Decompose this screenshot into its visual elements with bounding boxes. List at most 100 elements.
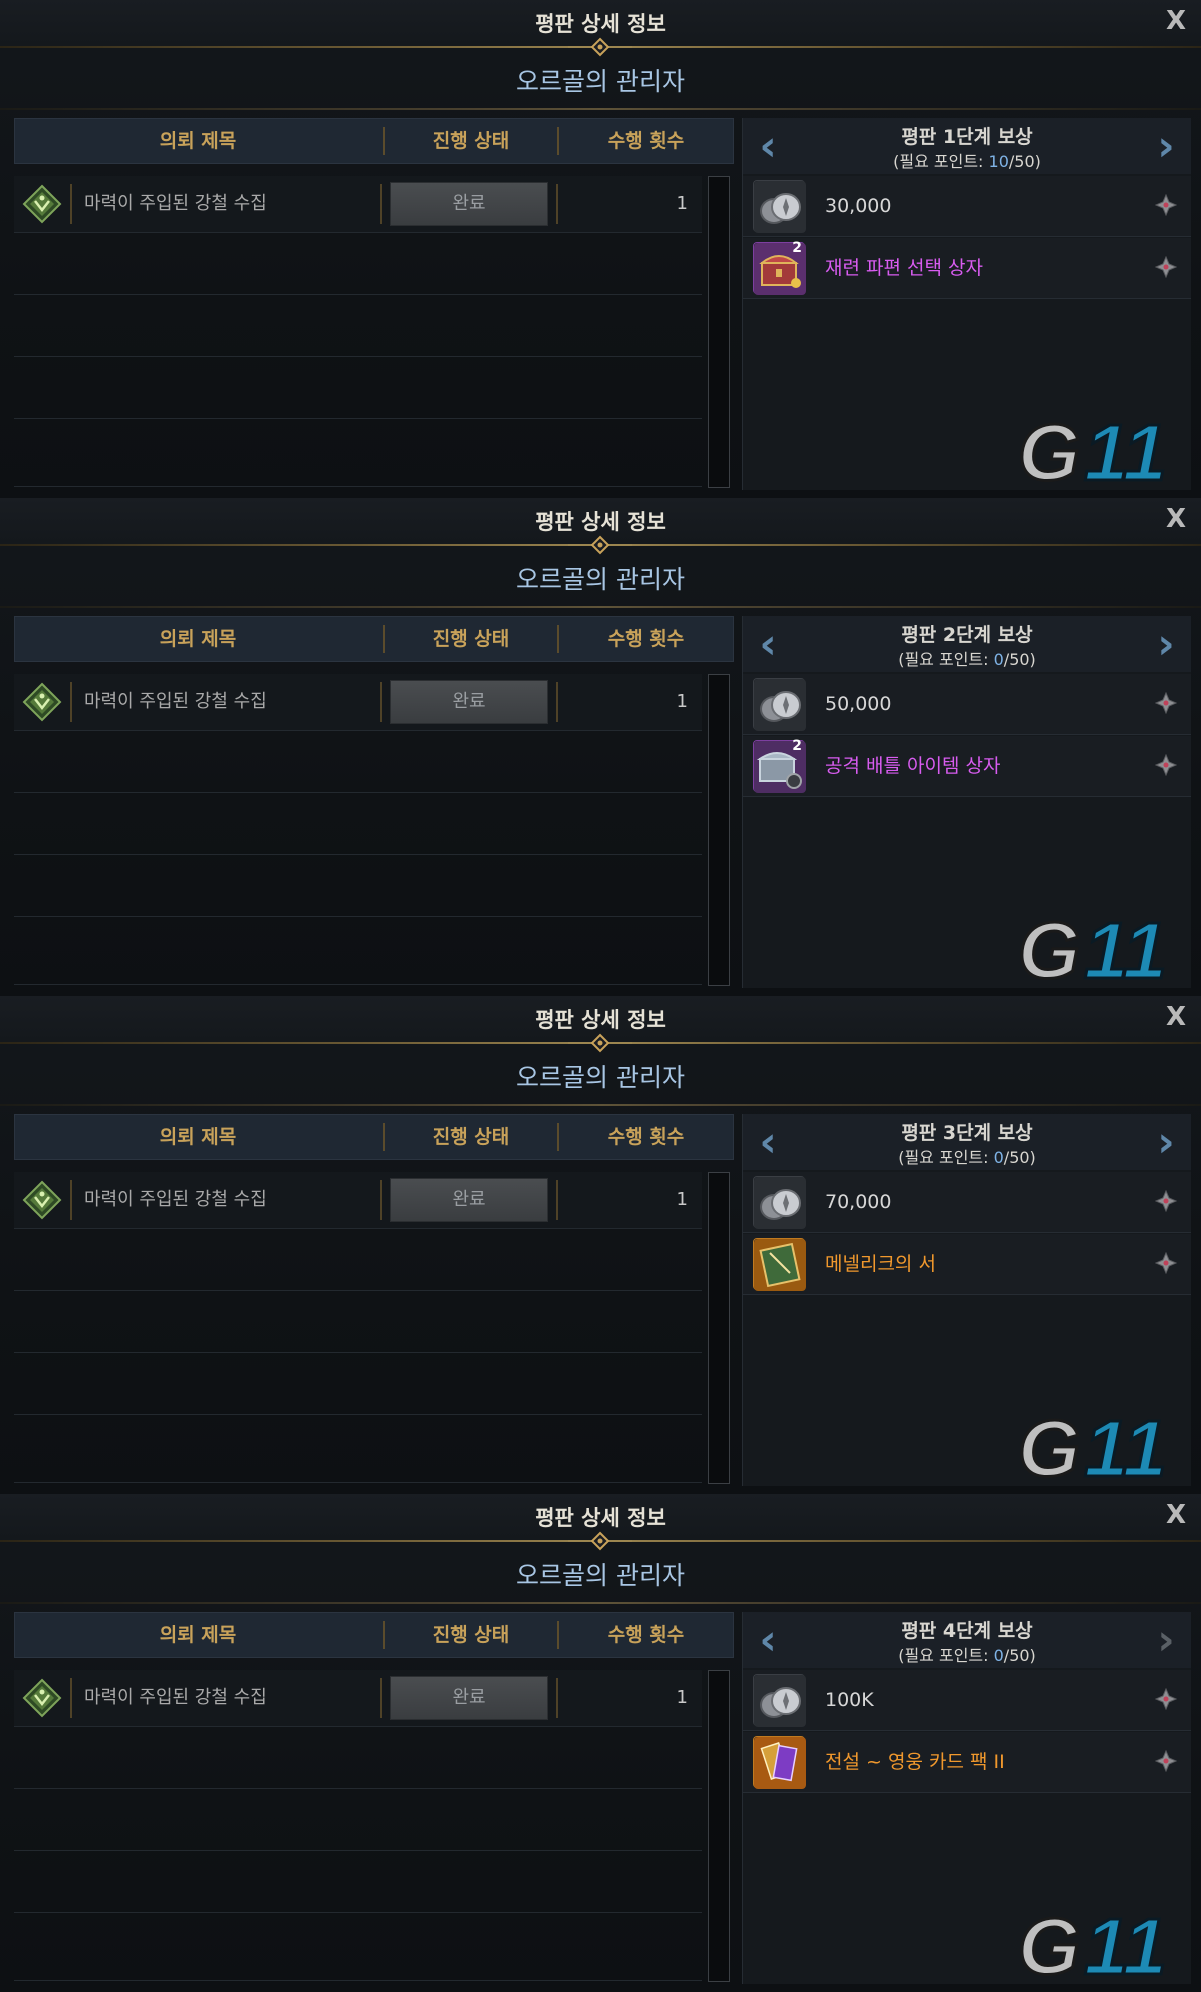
window-title: 평판 상세 정보 <box>535 510 666 534</box>
next-tier-button[interactable]: › <box>1151 1618 1181 1662</box>
reputation-panel: 평판 상세 정보 X 오르골의 관리자 의뢰 제목 진행 상태 수행 횟수 마력이 주입된 … <box>0 1494 1201 1992</box>
quest-count: 1 <box>676 691 688 712</box>
compass-star-icon[interactable] <box>1154 691 1178 715</box>
compass-star-icon[interactable] <box>1154 1189 1178 1213</box>
empty-quest-row <box>14 238 702 295</box>
silver-coins-icon <box>753 678 806 731</box>
reward-name: 30,000 <box>825 195 892 217</box>
reward-item[interactable]: 50,000 <box>743 674 1191 735</box>
quest-count: 1 <box>676 193 688 214</box>
close-button[interactable]: X <box>1163 1004 1189 1030</box>
row-divider <box>70 184 72 224</box>
empty-quest-row <box>14 1358 702 1415</box>
ornament-icon <box>566 36 634 58</box>
npc-name: 오르골의 관리자 <box>516 1561 685 1590</box>
complete-button[interactable]: 완료 <box>390 680 548 724</box>
row-divider <box>380 1678 382 1718</box>
reward-item[interactable]: 100K <box>743 1670 1191 1731</box>
quest-row[interactable]: 마력이 주입된 강철 수집 완료 1 <box>14 1172 702 1229</box>
close-button[interactable]: X <box>1163 506 1189 532</box>
close-button[interactable]: X <box>1163 1502 1189 1528</box>
quest-row[interactable]: 마력이 주입된 강철 수집 완료 1 <box>14 1670 702 1727</box>
reward-item[interactable]: 70,000 <box>743 1172 1191 1233</box>
npc-divider <box>0 606 1201 608</box>
required-points: (필요 포인트: 0/50) <box>743 1642 1191 1666</box>
reward-header: ‹ 평판 1단계 보상 (필요 포인트: 10/50) › <box>743 118 1191 174</box>
npc-name: 오르골의 관리자 <box>516 67 685 96</box>
quest-name: 마력이 주입된 강철 수집 <box>84 1687 267 1708</box>
points-prefix: (필요 포인트: <box>898 1646 994 1665</box>
npc-divider <box>0 1602 1201 1604</box>
reward-item[interactable]: 2 재련 파편 선택 상자 <box>743 238 1191 299</box>
g11-watermark-logo: G 11 <box>1017 407 1190 499</box>
quest-count: 1 <box>676 1687 688 1708</box>
quest-table-header: 의뢰 제목 진행 상태 수행 횟수 <box>14 1114 734 1160</box>
empty-quest-row <box>14 736 702 793</box>
points-total: /50) <box>1003 650 1036 669</box>
npc-name: 오르골의 관리자 <box>516 565 685 594</box>
quest-scrollbar[interactable] <box>708 1670 730 1982</box>
complete-button[interactable]: 완료 <box>390 182 548 226</box>
quest-scrollbar[interactable] <box>708 176 730 488</box>
reward-name: 전설 ~ 영웅 카드 팩 II <box>825 1751 1005 1773</box>
row-divider <box>556 682 558 722</box>
quest-scrollbar[interactable] <box>708 1172 730 1484</box>
reward-name: 70,000 <box>825 1191 892 1213</box>
reward-name: 100K <box>825 1689 874 1711</box>
compass-star-icon[interactable] <box>1154 1251 1178 1275</box>
compass-star-icon[interactable] <box>1154 1749 1178 1773</box>
points-current: 0 <box>993 1148 1004 1167</box>
quest-emblem-icon <box>22 1678 62 1718</box>
quest-table-header: 의뢰 제목 진행 상태 수행 횟수 <box>14 616 734 662</box>
quest-name: 마력이 주입된 강철 수집 <box>84 691 267 712</box>
quest-name: 마력이 주입된 강철 수집 <box>84 1189 267 1210</box>
points-total: /50) <box>1008 152 1041 171</box>
g11-watermark-logo: G 11 <box>1017 1901 1190 1992</box>
column-status: 진행 상태 <box>432 1126 510 1148</box>
reward-tier-title: 평판 1단계 보상 <box>901 126 1033 148</box>
reward-item[interactable]: 30,000 <box>743 176 1191 237</box>
empty-quest-row <box>14 860 702 917</box>
reputation-panel: 평판 상세 정보 X 오르골의 관리자 의뢰 제목 진행 상태 수행 횟수 마력이 주입된 … <box>0 0 1201 498</box>
row-divider <box>70 682 72 722</box>
next-tier-button[interactable]: › <box>1151 124 1181 168</box>
complete-button[interactable]: 완료 <box>390 1178 548 1222</box>
quest-row[interactable]: 마력이 주입된 강철 수집 완료 1 <box>14 176 702 233</box>
reward-name: 메넬리크의 서 <box>825 1253 936 1275</box>
points-prefix: (필요 포인트: <box>898 1148 994 1167</box>
silver-coins-icon <box>753 1176 806 1229</box>
compass-star-icon[interactable] <box>1154 753 1178 777</box>
row-divider <box>556 1180 558 1220</box>
quest-row[interactable]: 마력이 주입된 강철 수집 완료 1 <box>14 674 702 731</box>
svg-text:G: G <box>1018 410 1080 490</box>
required-points: (필요 포인트: 0/50) <box>743 1144 1191 1168</box>
quest-count: 1 <box>676 1189 688 1210</box>
svg-text:11: 11 <box>1084 1904 1167 1984</box>
quest-emblem-icon <box>22 184 62 224</box>
column-status: 진행 상태 <box>432 1624 510 1646</box>
close-button[interactable]: X <box>1163 8 1189 34</box>
svg-text:11: 11 <box>1084 410 1167 490</box>
reward-item[interactable]: 전설 ~ 영웅 카드 팩 II <box>743 1732 1191 1793</box>
complete-button[interactable]: 완료 <box>390 1676 548 1720</box>
column-count: 수행 횟수 <box>607 1624 685 1646</box>
g11-watermark-logo: G 11 <box>1017 1403 1190 1495</box>
points-current: 0 <box>993 1646 1004 1665</box>
svg-text:G: G <box>1018 1904 1080 1984</box>
compass-star-icon[interactable] <box>1154 193 1178 217</box>
empty-quest-row <box>14 1234 702 1291</box>
quest-emblem-icon <box>22 682 62 722</box>
empty-quest-row <box>14 1296 702 1353</box>
row-divider <box>70 1678 72 1718</box>
compass-star-icon[interactable] <box>1154 255 1178 279</box>
next-tier-button[interactable]: › <box>1151 1120 1181 1164</box>
reward-item[interactable]: 메넬리크의 서 <box>743 1234 1191 1295</box>
treasure-chest-icon: 2 <box>753 240 806 295</box>
required-points: (필요 포인트: 10/50) <box>743 148 1191 172</box>
reward-tier-title: 평판 3단계 보상 <box>901 1122 1033 1144</box>
column-status: 진행 상태 <box>432 628 510 650</box>
compass-star-icon[interactable] <box>1154 1687 1178 1711</box>
reward-item[interactable]: 2 공격 배틀 아이템 상자 <box>743 736 1191 797</box>
quest-scrollbar[interactable] <box>708 674 730 986</box>
next-tier-button[interactable]: › <box>1151 622 1181 666</box>
